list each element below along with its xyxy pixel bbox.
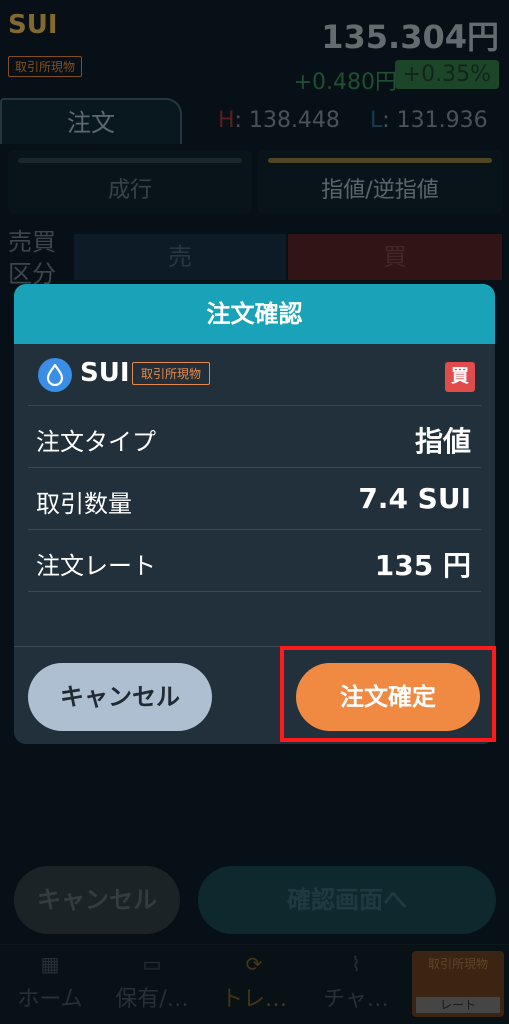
row-rate-value: 135 円 [374,549,471,582]
row-rate-key: 注文レート [36,552,156,580]
row-quantity-value: 7.4 SUI [358,482,471,515]
dialog-coin-name: SUI [80,358,130,388]
row-rate: 注文レート 135 円 [28,530,481,592]
dialog-coin-tag: 取引所現物 [132,362,211,385]
row-quantity: 取引数量 7.4 SUI [28,468,481,530]
row-order-type: 注文タイプ 指値 [28,406,481,468]
highlight-frame [280,646,496,742]
row-quantity-key: 取引数量 [36,490,132,518]
dialog-coin-row: SUI 取引所現物 買 [28,344,481,406]
side-badge: 買 [445,362,475,392]
dialog-title: 注文確認 [14,284,495,344]
row-order-type-key: 注文タイプ [36,428,156,456]
sui-logo-icon [38,358,72,392]
row-order-type-value: 指値 [414,425,471,458]
cancel-button[interactable]: キャンセル [28,663,212,731]
